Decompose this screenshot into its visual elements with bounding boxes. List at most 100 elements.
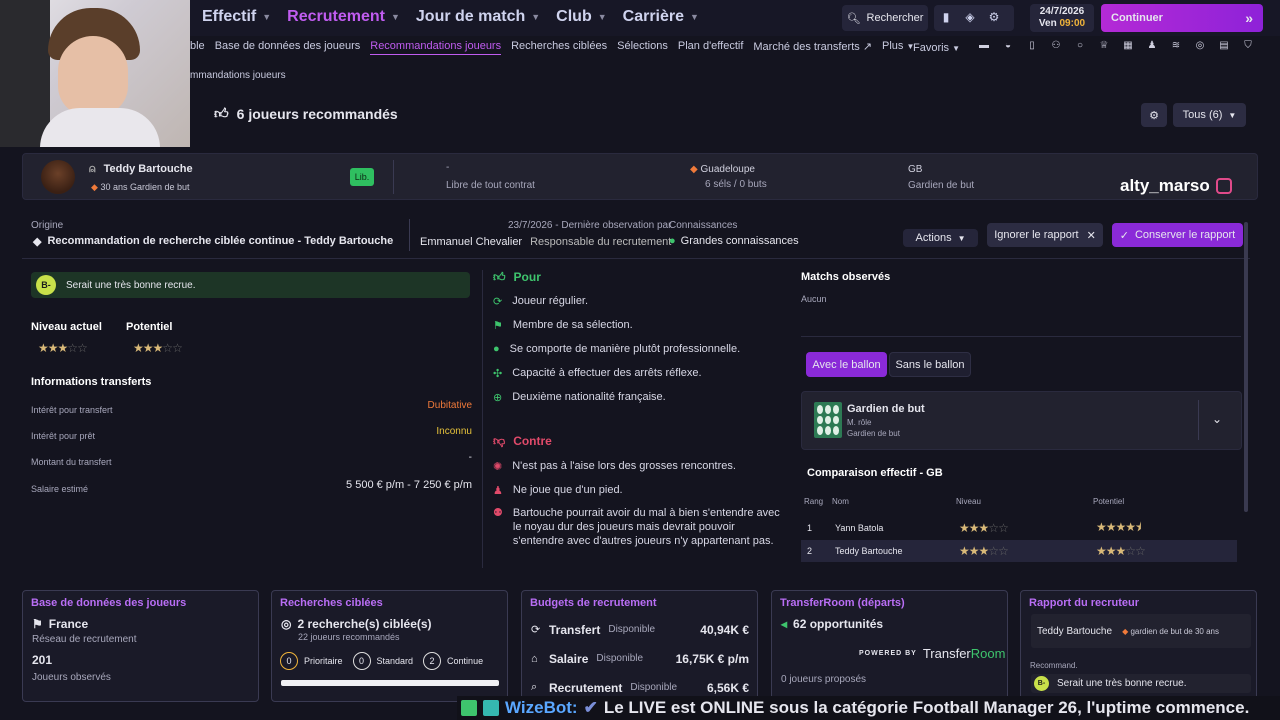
cons-title: 👎︎ Contre [493, 434, 552, 448]
search-icon: ⌕ [531, 681, 538, 693]
scout-name[interactable]: Emmanuel Chevalier [420, 236, 522, 248]
role-selector[interactable]: Gardien de but M. rôle Gardien de but ⌄ [801, 391, 1242, 450]
tab-without-ball[interactable]: Sans le ballon [889, 352, 971, 377]
card-targeted-searches[interactable]: Recherches ciblées ◎ 2 recherche(s) ciblé… [271, 590, 508, 702]
crowd-icon: ✺ [493, 460, 503, 473]
webcam-overlay [0, 0, 190, 147]
subnav-squad-plan[interactable]: Plan d'effectif [678, 40, 744, 55]
chevron-down-icon: ▼ [262, 12, 272, 22]
chevron-down-icon: ▼ [690, 12, 699, 22]
chat-icon[interactable]: ▬ [974, 40, 994, 51]
tab-with-ball[interactable]: Avec le ballon [806, 352, 887, 377]
close-icon: ✕ [1086, 229, 1096, 242]
favorites-dropdown[interactable]: Favoris ▼ [913, 42, 960, 54]
subnav-table[interactable]: ble [190, 40, 205, 55]
people-icon[interactable]: ⚇ [1046, 40, 1066, 51]
document-icon[interactable]: ▤ [1214, 40, 1234, 51]
tag-icon: ◆ [33, 236, 42, 248]
transferroom-logo: POWERED BY TransferRoom [859, 646, 1006, 661]
grade-badge: B- [36, 275, 56, 295]
bank-icon: ⌂ [531, 652, 538, 665]
subnav-transfer-market[interactable]: Marché des transferts ↗ [753, 40, 872, 55]
search-button[interactable]: 🔍︎ Rechercher [842, 5, 928, 31]
divider [1198, 400, 1199, 440]
bot-icon [483, 700, 499, 716]
keep-report-button[interactable]: ✓ Conserver le rapport [1112, 223, 1243, 247]
club-icon[interactable]: ◈ [958, 5, 982, 29]
divider [393, 160, 394, 194]
head-icon: ● [493, 343, 500, 355]
search-icon: 🔍︎ [846, 12, 861, 25]
chevron-down-icon: ▼ [1228, 110, 1237, 120]
subnav-more[interactable]: Plus ▼ [882, 40, 914, 55]
chevron-down-icon: ▼ [390, 12, 400, 22]
table-row[interactable]: 2 Teddy Bartouche ★★★☆☆ ★★★☆☆ [801, 540, 1237, 562]
quick-icons: ▮ ◈ ⚙ [934, 5, 1014, 31]
shortcut-icons: ▬ ◒ ▯ ⚇ ○ ♕ ▦ ♟ ≋ ◎ ▤ ⛉ [974, 40, 1258, 51]
card-transferroom[interactable]: TransferRoom (départs) ◂ 62 opportunités … [771, 590, 1008, 702]
continue-button[interactable]: Continuer» [1101, 4, 1263, 32]
face-shape [58, 36, 128, 116]
subnav-recommendations[interactable]: Recommandations joueurs [370, 40, 502, 55]
ignore-report-button[interactable]: Ignorer le rapport ✕ [987, 223, 1103, 247]
standard-count: 0 [352, 652, 371, 670]
transfer-icon: ⟳ [531, 624, 541, 636]
card-scout-report[interactable]: Rapport du recruteur Teddy Bartouche ◆ g… [1020, 590, 1257, 702]
nav-jour-de-match[interactable]: Jour de match ▼ [416, 8, 540, 26]
globe-icon: ⊕ [493, 391, 503, 404]
chevron-down-icon: ▼ [957, 233, 966, 243]
player-avatar [41, 160, 75, 194]
check-icon: ✔ [583, 698, 598, 717]
card-icon[interactable]: ▯ [1022, 40, 1042, 51]
bookmark-icon[interactable]: ▮ [934, 5, 958, 29]
calendar-icon[interactable]: ▦ [1118, 40, 1138, 51]
pencil-icon [461, 700, 477, 716]
thumbs-up-icon: 👍︎ [493, 270, 506, 284]
player-row[interactable]: ⍝ Teddy Bartouche ◆ 30 ans Gardien de but… [22, 153, 1258, 200]
target-icon[interactable]: ◎ [1190, 40, 1210, 51]
trophy-icon[interactable]: ♕ [1094, 40, 1114, 51]
thumbs-down-icon: 👎︎ [493, 434, 506, 448]
streamer-watermark: alty_marso [1120, 176, 1232, 196]
chevron-down-icon[interactable]: ⌄ [1212, 412, 1222, 426]
nav-recrutement[interactable]: Recrutement ▼ [287, 8, 400, 26]
nav-carriere[interactable]: Carrière ▼ [623, 8, 699, 26]
subnav-targeted-searches[interactable]: Recherches ciblées [511, 40, 607, 55]
subnav-shortlists[interactable]: Sélections [617, 40, 668, 55]
card-player-database[interactable]: Base de données des joueurs ⚑ France Rése… [22, 590, 259, 702]
card-recruitment-budgets[interactable]: Budgets de recrutement ⟳ Transfert Disponi… [521, 590, 758, 702]
ball-icon[interactable]: ○ [1070, 40, 1090, 51]
scrollbar[interactable] [1244, 222, 1248, 512]
comparison-header: Rang Nom Niveau Potentiel [804, 497, 1125, 506]
nav-club[interactable]: Club ▼ [556, 8, 606, 26]
summary-banner: B- Serait une très bonne recrue. [31, 272, 470, 298]
actions-dropdown[interactable]: Actions ▼ [903, 229, 978, 247]
filter-dropdown[interactable]: Tous (6) ▼ [1173, 103, 1246, 127]
person-icon[interactable]: ♟ [1142, 40, 1162, 51]
double-chevron-right-icon: » [1245, 10, 1253, 26]
instagram-icon [1215, 178, 1232, 194]
divider [801, 336, 1241, 337]
shirt-icon[interactable]: ◒ [998, 40, 1018, 51]
sub-nav: ble Base de données des joueurs Recomman… [190, 40, 914, 55]
globe-icon: ● [669, 235, 676, 247]
pitch-icon [814, 402, 842, 438]
table-row[interactable]: 1 Yann Batola ★★★☆☆ ★★★★⯨ [801, 517, 1237, 539]
stream-ticker: WizeBot: ✔ Le LIVE est ONLINE sous la ca… [457, 696, 1280, 720]
divider [482, 270, 483, 568]
shield-icon[interactable]: ⛉ [1238, 40, 1258, 51]
gear-icon[interactable]: ⚙ [982, 5, 1006, 29]
main-nav: Effectif ▼ Recrutement ▼ Jour de match ▼ Cl… [202, 8, 699, 26]
subnav-player-database[interactable]: Base de données des joueurs [215, 40, 361, 55]
player-name[interactable]: Teddy Bartouche [104, 163, 193, 176]
nav-effectif[interactable]: Effectif ▼ [202, 8, 271, 26]
flag-icon: ◆ [690, 164, 698, 175]
settings-button[interactable]: ⚙ [1141, 103, 1167, 127]
progress-bar [281, 680, 499, 686]
divider [409, 219, 410, 251]
coins-icon[interactable]: ≋ [1166, 40, 1186, 51]
potential-ability-stars: ★★★☆☆ [133, 341, 183, 355]
flag-icon: ⚑ [493, 319, 503, 332]
club-icon: ◆ [1122, 626, 1129, 636]
grade-badge: B- [1034, 676, 1049, 691]
